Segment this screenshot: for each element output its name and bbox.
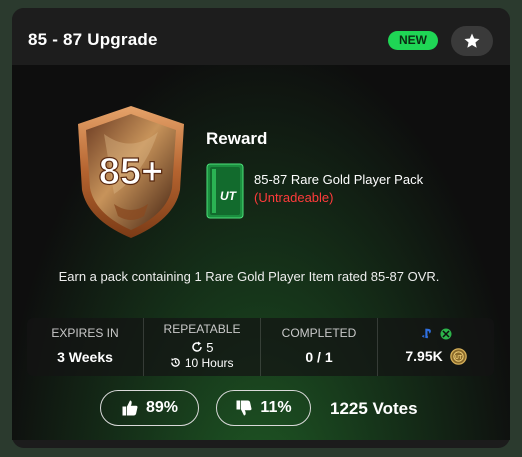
downvote-percent: 11% [260,399,292,416]
upgrade-badge-icon: 85+ [78,106,184,238]
coin-icon: UT [449,348,467,365]
repeatable-count: 5 [206,340,214,355]
thumbs-down-button[interactable]: 11% [216,390,311,426]
thumbs-up-icon [122,400,138,416]
upvote-percent: 89% [145,399,179,416]
svg-text:UT: UT [455,355,463,361]
pack-icon-text: UT [220,189,238,203]
cost-value: 7.95K [405,348,443,364]
pack-name: 85-87 Rare Gold Player Pack [254,172,424,187]
stat-completed: COMPLETED 0 / 1 [261,318,378,376]
history-icon [171,358,181,367]
xbox-icon [440,328,451,340]
thumbs-down-icon [236,400,252,416]
repeatable-time-row: 10 Hours [144,356,260,370]
cost-row: 7.95K UT [378,348,494,365]
star-icon [464,33,480,48]
stat-cost: 7.95K UT [378,318,494,376]
favorite-button[interactable] [451,26,493,56]
thumbs-up-button[interactable]: 89% [100,390,199,426]
repeatable-count-row: 5 [144,340,260,355]
completed-label: COMPLETED [281,326,357,340]
repeatable-label: REPEATABLE [163,322,241,336]
pack-status: (Untradeable) [254,190,334,205]
repeatable-time: 10 Hours [184,356,234,370]
stat-repeatable: REPEATABLE 5 10 Hours [144,318,261,376]
pack-icon: UT [206,163,244,219]
platform-icons [378,328,494,342]
new-badge: NEW [388,31,438,50]
page-title: 85 - 87 Upgrade [28,30,158,49]
card-header: 85 - 87 Upgrade NEW [12,8,510,73]
playstation-icon [421,328,431,339]
expires-value: 3 Weeks [57,349,113,365]
votes-total: 1225 Votes [330,399,418,418]
objective-description: Earn a pack containing 1 Rare Gold Playe… [58,269,440,284]
repeat-icon [191,341,202,352]
completed-value: 0 / 1 [305,349,333,365]
badge-text: 85+ [99,151,163,193]
stats-bar: EXPIRES IN 3 Weeks REPEATABLE 5 10 Hours… [27,318,494,376]
stat-expires: EXPIRES IN 3 Weeks [27,318,144,376]
reward-label: Reward [206,129,268,148]
expires-label: EXPIRES IN [51,326,119,340]
